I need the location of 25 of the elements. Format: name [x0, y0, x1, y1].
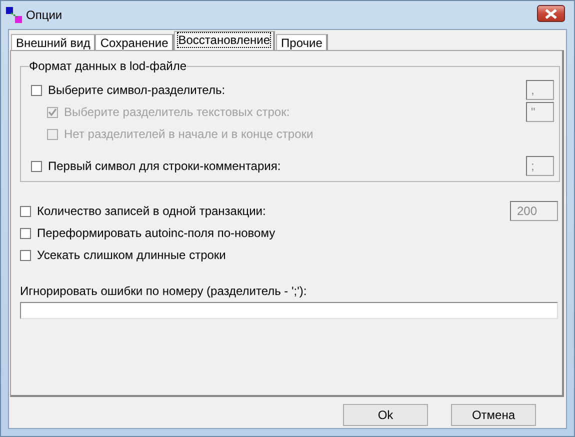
input-field[interactable] [20, 302, 558, 319]
close-button[interactable] [537, 5, 565, 22]
checkbox[interactable] [31, 160, 42, 172]
app-icon [6, 7, 22, 23]
option-label: Усекать слишком длинные строки [37, 248, 226, 262]
ok-button[interactable]: Ok [343, 404, 428, 426]
option-label: Выберите разделитель текстовых строк: [64, 105, 290, 119]
tab[interactable]: Внешний вид [11, 34, 96, 50]
checkbox[interactable] [20, 228, 31, 238]
option-label: Количество записей в одной транзакции: [37, 204, 266, 218]
checkbox[interactable] [20, 250, 31, 260]
option-label: Нет разделителей в начале и в конце строки [64, 127, 314, 141]
checkbox[interactable] [31, 84, 42, 96]
tab[interactable]: Восстановление [174, 31, 276, 50]
option-label: Выберите символ-разделитель: [48, 83, 226, 97]
tab[interactable]: Сохранение [95, 34, 174, 50]
close-icon [544, 8, 558, 18]
checkbox[interactable] [20, 206, 31, 216]
option-label: Первый символ для строки-комментария: [48, 159, 281, 173]
option-label: Переформировать autoinc-поля по-новому [37, 226, 276, 240]
field-label: Игнорировать ошибки по номеру (разделитель - ';'): [20, 284, 308, 298]
cancel-button[interactable]: Отмена [451, 404, 536, 426]
group-title: Формат данных в lod-файле [29, 59, 186, 73]
tab[interactable]: Прочие [276, 34, 328, 50]
window-title: Опции [26, 8, 62, 22]
